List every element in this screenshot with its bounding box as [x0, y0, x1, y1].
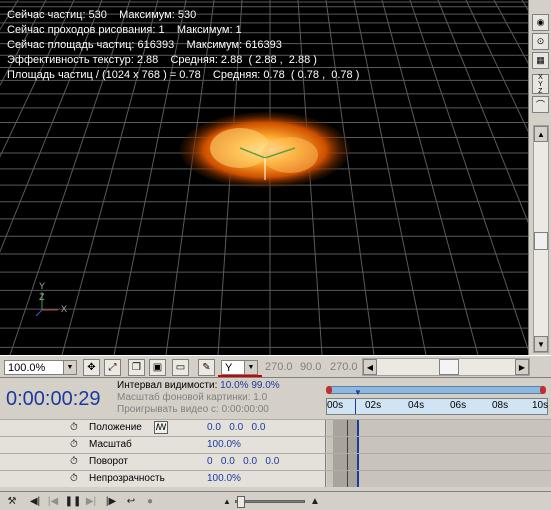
chevron-down-icon: ▼: [244, 361, 257, 374]
chevron-down-icon: ▼: [63, 361, 76, 374]
axis-z-label: Z: [39, 292, 45, 302]
timecode-display[interactable]: 0:00:00:29: [6, 388, 101, 411]
stats-line: Площадь частиц / (1024 x 768 ) = 0.78 Ср…: [7, 69, 360, 81]
visibility-range-bar[interactable]: ▼: [326, 386, 546, 397]
record-icon[interactable]: ●: [143, 494, 157, 508]
range-start-handle[interactable]: [326, 386, 332, 394]
stopwatch-icon[interactable]: ⏱: [70, 456, 78, 467]
playback-speed-slider[interactable]: [235, 496, 305, 508]
transport-bar: ⚒ ◀| |◀ ❚❚ ▶| |▶ ↩ ● ▲ ▲: [0, 491, 551, 510]
property-values[interactable]: 0.0 0.0 0.0: [207, 422, 265, 433]
tick-label: 02s: [365, 400, 382, 411]
interval-label: Интервал видимости:: [117, 380, 218, 391]
go-start-icon[interactable]: |◀: [46, 494, 60, 508]
time-ruler[interactable]: 00s 02s 04s 06s 08s 10s: [326, 398, 548, 415]
stopwatch-icon[interactable]: ⏱: [70, 439, 78, 450]
axis-select-value: Y: [225, 361, 233, 374]
tick-label: 04s: [408, 400, 425, 411]
vertical-scroll-thumb[interactable]: [534, 232, 548, 250]
path-icon[interactable]: ꟿ: [154, 421, 168, 434]
scroll-left-icon[interactable]: ◀: [363, 359, 377, 375]
playhead-line: [355, 399, 356, 414]
3d-viewport[interactable]: Y Z X Сейчас частиц: 530 Максимум: 530 С…: [0, 0, 528, 355]
step-forward-icon[interactable]: |▶: [104, 494, 118, 508]
pen-icon[interactable]: ✎: [198, 359, 215, 376]
zoom-value: 100.0%: [8, 361, 46, 374]
property-name: Непрозрачность: [89, 473, 165, 484]
keyframe-track[interactable]: [327, 471, 551, 487]
scroll-right-icon[interactable]: ▶: [515, 359, 529, 375]
pause-icon[interactable]: ❚❚: [65, 494, 82, 508]
loop-icon[interactable]: ↩: [124, 494, 138, 508]
axis-select[interactable]: Y ▼: [221, 360, 258, 375]
scroll-up-icon[interactable]: ▲: [534, 126, 548, 142]
bg-scale-text: Масштаб фоновой картинки: 1.0: [117, 392, 268, 403]
horizontal-scrollbar[interactable]: ◀ ▶: [362, 358, 530, 376]
property-values[interactable]: 100.0%: [207, 439, 241, 450]
view-toolbar: 100.0% ▼ ✥ ⤢ ❐ ▣ ▭ ✎ Y ▼ 270.0 90.0 270.…: [0, 355, 551, 377]
keyframe-track[interactable]: [327, 454, 551, 470]
keyframe-track[interactable]: [327, 420, 551, 436]
frame-icon[interactable]: ❐: [128, 359, 145, 376]
rotation-value-3: 270.0: [330, 361, 358, 373]
timeline-info: Интервал видимости: 10.0% 99.0% Масштаб …: [117, 380, 280, 416]
property-row-rotation[interactable]: ⏱ Поворот 0 0.0 0.0 0.0: [0, 453, 551, 470]
horizontal-scroll-thumb[interactable]: [439, 359, 459, 375]
tick-label: 06s: [450, 400, 467, 411]
stats-line: Сейчас площадь частиц: 616393 Максимум: …: [7, 39, 282, 51]
range-end-handle[interactable]: [540, 386, 546, 394]
property-row-position[interactable]: ⏱ Положение ꟿ 0.0 0.0 0.0: [0, 419, 551, 436]
tick-label: 08s: [492, 400, 509, 411]
keyframe-track[interactable]: [327, 437, 551, 453]
property-name: Поворот: [89, 456, 128, 467]
rotation-value-1: 270.0: [265, 361, 293, 373]
rotation-value-2: 90.0: [300, 361, 322, 373]
go-end-icon[interactable]: ▶|: [84, 494, 98, 508]
timeline-header: ▼ 00s 02s 04s 06s 08s 10s: [326, 386, 548, 418]
move-tool-icon[interactable]: ✥: [83, 359, 100, 376]
stopwatch-icon[interactable]: ⏱: [70, 422, 78, 433]
stats-line: Сейчас частиц: 530 Максимум: 530: [7, 9, 197, 21]
particle-fire-preview: [180, 112, 350, 188]
interval-end[interactable]: 99.0%: [251, 380, 279, 391]
property-values[interactable]: 0 0.0 0.0 0.0: [207, 456, 279, 467]
plane-icon[interactable]: ▭: [172, 359, 189, 376]
speed-up-icon[interactable]: ▲: [308, 494, 322, 508]
timeline-panel: 0:00:00:29 Интервал видимости: 10.0% 99.…: [0, 377, 551, 491]
viewport-side-toolbar: ◉ ⊙ ▦ XYZ ⌒ ▲ ▼: [528, 0, 551, 355]
vertical-scrollbar[interactable]: ▲ ▼: [533, 125, 549, 353]
xyz-axis-icon[interactable]: XYZ: [532, 74, 549, 95]
speed-down-icon[interactable]: ▲: [220, 494, 234, 508]
tick-label: 00s: [327, 400, 344, 411]
app-window: Y Z X Сейчас частиц: 530 Максимум: 530 С…: [0, 0, 551, 510]
camera-icon[interactable]: ◉: [532, 14, 549, 31]
property-name: Положение: [89, 422, 142, 433]
speed-slider-thumb[interactable]: [237, 496, 245, 508]
property-name: Масштаб: [89, 439, 132, 450]
axis-y-label: Y: [39, 281, 46, 291]
stopwatch-icon[interactable]: ⏱: [70, 473, 78, 484]
interval-start[interactable]: 10.0%: [220, 380, 248, 391]
particle-stats: Сейчас частиц: 530 Максимум: 530 Сейчас …: [7, 8, 359, 83]
wrench-icon[interactable]: ⚒: [5, 494, 19, 508]
property-row-opacity[interactable]: ⏱ Непрозрачность 100.0%: [0, 470, 551, 487]
property-values[interactable]: 100.0%: [207, 473, 241, 484]
step-back-icon[interactable]: ◀|: [28, 494, 42, 508]
grid-icon[interactable]: ▦: [532, 52, 549, 69]
stats-line: Сейчас проходов рисования: 1 Максимум: 1: [7, 24, 242, 36]
axis-gizmo: Y Z X: [30, 280, 80, 320]
zoom-select[interactable]: 100.0% ▼: [4, 360, 77, 375]
play-video-text: Проигрывать видео с: 0:00:00:00: [117, 404, 269, 415]
axis-x-label: X: [61, 304, 68, 314]
stats-line: Эффективность текстур: 2.88 Средняя: 2.8…: [7, 54, 317, 66]
scale-tool-icon[interactable]: ⤢: [104, 359, 121, 376]
scroll-down-icon[interactable]: ▼: [534, 336, 548, 352]
playhead-marker-icon[interactable]: ▼: [354, 388, 362, 397]
curve-icon[interactable]: ⌒: [532, 96, 549, 113]
tick-label: 10s: [532, 400, 549, 411]
property-row-scale[interactable]: ⏱ Масштаб 100.0%: [0, 436, 551, 453]
layers-icon[interactable]: ▣: [149, 359, 166, 376]
orbit-icon[interactable]: ⊙: [532, 33, 549, 50]
